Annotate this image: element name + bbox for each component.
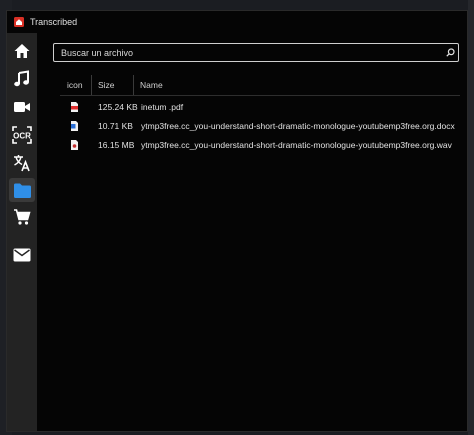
video-camera-icon: [14, 102, 30, 112]
audio-file-icon: [71, 140, 78, 150]
ocr-icon: OCR: [12, 126, 32, 144]
music-note-icon: [14, 70, 29, 87]
table-row[interactable]: 125.24 KB inetum .pdf: [60, 98, 460, 117]
file-size: 10.71 KB: [98, 121, 133, 131]
sidebar-item-ocr[interactable]: OCR: [9, 123, 35, 147]
search-icon: [445, 48, 455, 57]
sidebar-item-music[interactable]: [9, 67, 35, 91]
sidebar-item-home[interactable]: [9, 39, 35, 63]
column-header-name[interactable]: Name: [133, 75, 163, 95]
svg-text:OCR: OCR: [13, 132, 31, 141]
search-button[interactable]: [442, 45, 458, 61]
title-bar: Transcribed: [7, 11, 467, 33]
shopping-cart-icon: [14, 209, 31, 225]
app-logo-icon: [14, 17, 24, 27]
table-row[interactable]: 16.15 MB ytmp3free.cc_you-understand-sho…: [60, 136, 460, 155]
file-table: icon Size Name 125.24 KB inetum .pdf 10.…: [60, 75, 460, 155]
sidebar: OCR: [7, 33, 37, 431]
sidebar-item-shop[interactable]: [9, 205, 35, 229]
word-file-icon: [71, 121, 78, 131]
window-title: Transcribed: [30, 17, 78, 27]
column-header-size[interactable]: Size: [91, 75, 115, 95]
search-bar: [53, 43, 459, 62]
table-header: icon Size Name: [60, 75, 460, 96]
sidebar-item-files[interactable]: [9, 178, 35, 202]
folder-icon: [13, 183, 31, 198]
file-size: 16.15 MB: [98, 140, 135, 150]
translate-icon: [14, 155, 30, 172]
file-name: ytmp3free.cc_you-understand-short-dramat…: [141, 140, 452, 150]
column-header-icon[interactable]: icon: [67, 75, 83, 95]
mail-icon: [13, 248, 31, 262]
search-input[interactable]: [54, 46, 442, 59]
file-size: 125.24 KB: [98, 102, 138, 112]
home-icon: [14, 44, 30, 58]
file-name: inetum .pdf: [141, 102, 184, 112]
file-name: ytmp3free.cc_you-understand-short-dramat…: [141, 121, 455, 131]
background-window-edge: [468, 0, 474, 435]
app-window: Transcribed OCR Buscar un archivo icon S…: [6, 10, 468, 432]
sidebar-item-translate[interactable]: [9, 151, 35, 175]
sidebar-item-video[interactable]: [9, 95, 35, 119]
pdf-file-icon: [71, 102, 78, 112]
table-row[interactable]: 10.71 KB ytmp3free.cc_you-understand-sho…: [60, 117, 460, 136]
sidebar-item-mail[interactable]: [9, 243, 35, 267]
